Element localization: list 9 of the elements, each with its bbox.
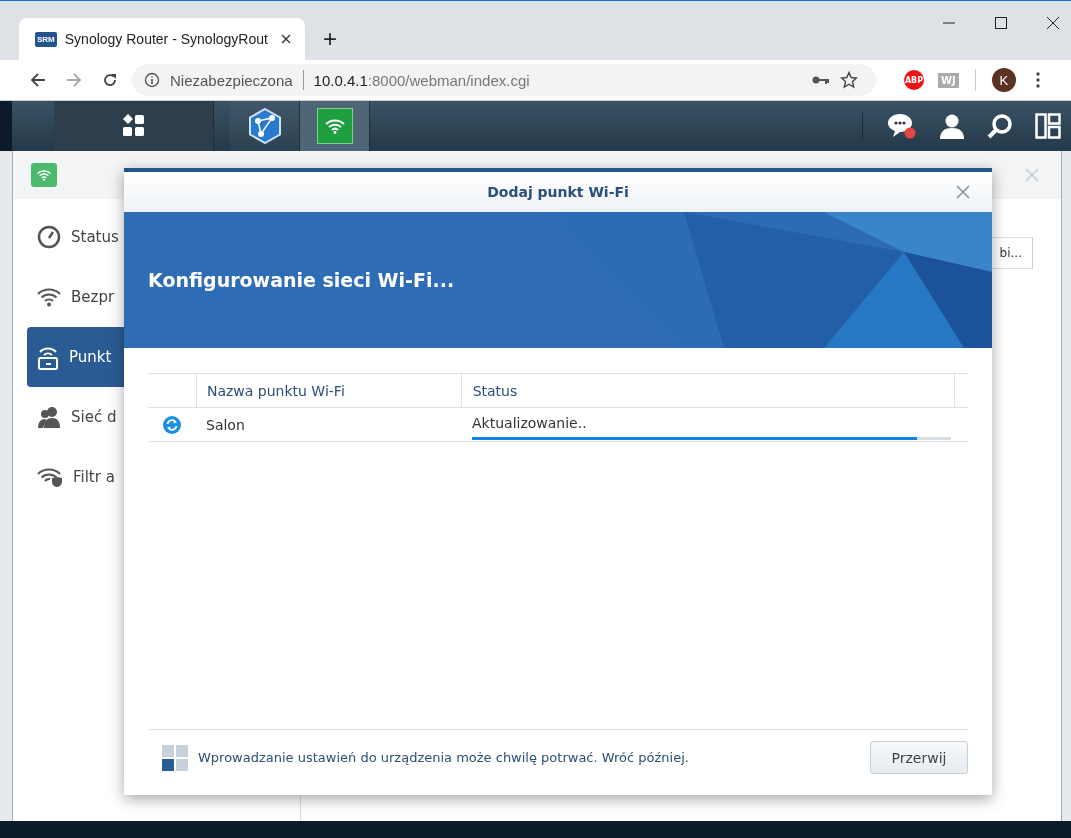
table-cell-text: Salon (205, 416, 246, 433)
security-label: Niezabezpieczona (170, 71, 293, 89)
dialog-title: Dodaj punkt Wi-Fi (487, 184, 629, 200)
footer-note: Wprowadzanie ustawień do urządzenia może chwilę potrwać. Wróć później. (198, 750, 689, 765)
status-text: Aktualizowanie.. (472, 415, 588, 431)
favicon: SRM (35, 31, 57, 47)
url-text: 10.0.4.1:8000/webman/index.cgi (313, 71, 530, 89)
banner-heading: Konfigurowanie sieci Wi-Fi... (148, 269, 455, 291)
tab-title: Synology Router - SynologyRout (64, 31, 269, 47)
